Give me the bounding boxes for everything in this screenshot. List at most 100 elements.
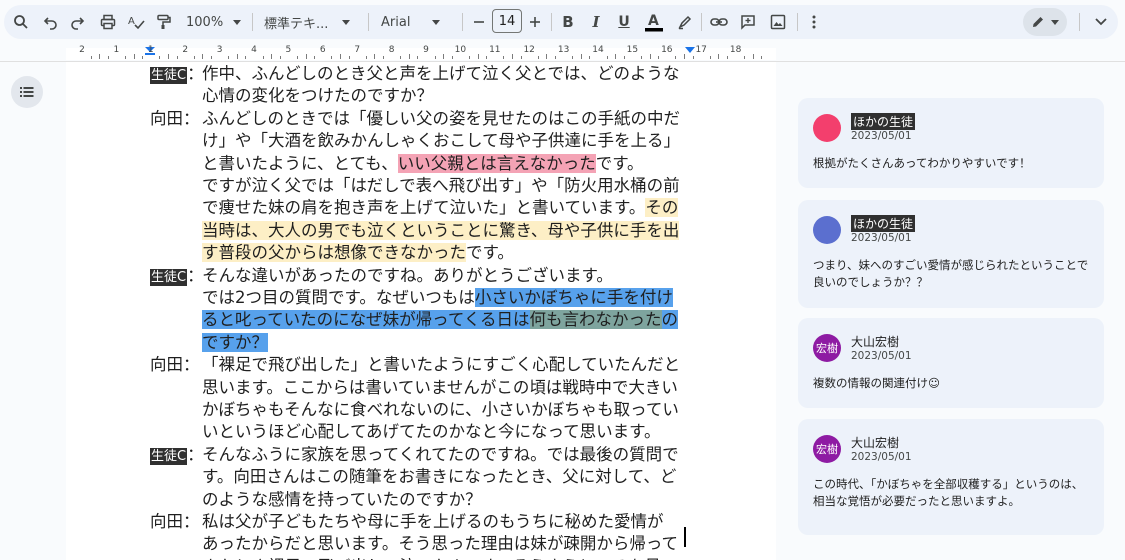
italic-button[interactable]: I bbox=[586, 5, 606, 39]
document-line[interactable]: きたとき裸足で飛び出して泣いたんです。そうゆうところを見て bbox=[202, 556, 678, 560]
toolbar-divider bbox=[701, 13, 702, 31]
ruler-tick bbox=[512, 54, 513, 59]
ruler-tick bbox=[417, 56, 419, 59]
highlighted-text: 小さいかぼちゃに手を付け bbox=[474, 288, 673, 307]
ruler-label: 7 bbox=[354, 45, 361, 55]
ruler-tick bbox=[107, 56, 109, 59]
chevron-down-icon bbox=[342, 19, 351, 25]
toolbar-divider bbox=[1079, 13, 1080, 31]
text-run: です。 bbox=[466, 243, 514, 263]
comment-card[interactable]: ほかの生徒 2023/05/01 根拠がたくさんあってわかりやすいです！ bbox=[798, 98, 1104, 188]
document-outline-button[interactable] bbox=[11, 76, 43, 108]
document-line[interactable]: 当時は、大人の男でも泣くということに驚き、母や子供に手を出 bbox=[202, 220, 680, 242]
paint-format-icon[interactable] bbox=[153, 5, 175, 39]
print-icon[interactable] bbox=[97, 5, 119, 39]
redo-icon[interactable] bbox=[66, 5, 88, 39]
zoom-select[interactable]: 100% bbox=[186, 5, 242, 39]
ruler-tick bbox=[761, 56, 763, 59]
comment-card[interactable]: 宏樹 大山宏樹 2023/05/01 この時代、「かぼちゃを全部収穫する」というのは、… bbox=[798, 419, 1104, 535]
text-run: す。向田さんはこの随筆をお書きになったとき、父に対して、ど bbox=[202, 467, 677, 487]
document-line[interactable]: かぼちゃもそんなに食べれないのに、小さいかぼちゃも取ってい bbox=[202, 399, 679, 421]
search-menus-icon[interactable] bbox=[10, 5, 32, 39]
chevron-down-icon bbox=[233, 19, 242, 25]
ruler-tick bbox=[408, 54, 410, 59]
svg-text:A: A bbox=[128, 16, 135, 27]
speaker-label: 向田： bbox=[150, 108, 200, 128]
comment-text: 複数の情報の関連付け☺ bbox=[813, 376, 940, 390]
comment-card[interactable]: ほかの生徒 2023/05/01 つまり、妹へのすごい愛情が感じられたということで良… bbox=[798, 200, 1104, 308]
ruler-tick bbox=[348, 56, 350, 59]
undo-icon[interactable] bbox=[40, 5, 62, 39]
ruler-tick bbox=[365, 56, 367, 59]
insert-link-icon[interactable] bbox=[708, 5, 730, 39]
document-line[interactable]: 私は父が子どもたちや母に手を上げるのもうちに秘めた愛情が bbox=[202, 511, 664, 533]
document-line[interactable]: と書いたように、とても、いい父親とは言えなかったです。 bbox=[202, 153, 644, 175]
increase-font-size-button[interactable] bbox=[527, 5, 543, 39]
editing-mode-button[interactable] bbox=[1023, 8, 1067, 36]
more-options-icon[interactable] bbox=[804, 5, 824, 39]
text-color-button[interactable]: A bbox=[643, 5, 665, 39]
document-line[interactable]: 「裸足で飛び出した」と書いたようにすごく心配していたんだと bbox=[202, 354, 680, 376]
document-page[interactable]: 生徒C： 作中、ふんどしのとき父と声を上げて泣く父とでは、どのような 心情の変化をつ… bbox=[66, 62, 776, 560]
document-line[interactable]: あったからだと思います。そう思った理由は妹が疎開から帰って bbox=[202, 533, 678, 555]
document-line[interactable]: 作中、ふんどしのとき父と声を上げて泣く父とでは、どのような bbox=[202, 63, 680, 85]
font-size-input[interactable]: 14 bbox=[492, 9, 522, 33]
decrease-font-size-button[interactable] bbox=[471, 5, 487, 39]
left-panel bbox=[0, 62, 66, 560]
document-line[interactable]: ですか？ bbox=[202, 332, 268, 354]
document-line[interactable]: ふんどしのときでは「優しい父の姿を見せたのはこの手紙の中だ bbox=[202, 108, 680, 130]
ruler[interactable]: 2 1 1 2 3 4 5 6 7 8 9 10 11 12 13 14 15 16 17 18 bbox=[0, 44, 1125, 62]
document-line[interactable]: す普段の父からは想像できなかったです。 bbox=[202, 242, 514, 264]
text-run: あったからだと思います。そう思った理由は妹が疎開から帰って bbox=[202, 534, 679, 554]
ruler-tick bbox=[744, 56, 746, 59]
highlight-color-icon[interactable] bbox=[674, 5, 696, 39]
collapse-menus-icon[interactable] bbox=[1090, 5, 1112, 39]
ruler-tick bbox=[709, 56, 711, 59]
ruler-tick bbox=[649, 54, 651, 59]
text-run: です。 bbox=[595, 153, 644, 173]
paragraph-style-select[interactable]: 標準テキ... bbox=[264, 5, 356, 39]
text-run: 私は父が子どもたちや母に手を上げるのもうちに秘めた愛情が bbox=[202, 512, 664, 531]
document-line[interactable]: 思います。ここからは書いていませんがこの頃は戦時中で大きい bbox=[202, 377, 678, 399]
text-run: 心情の変化をつけたのですか？ bbox=[202, 86, 433, 106]
document-line[interactable]: いというほど心配してあげてたのかなと今になって思います。 bbox=[202, 421, 661, 443]
add-comment-icon[interactable] bbox=[737, 5, 759, 39]
document-line[interactable]: のような感情を持っていたのですか？ bbox=[202, 489, 482, 511]
document-line[interactable]: そんなふうに家族を思ってくれてたのですね。では最後の質問で bbox=[202, 444, 679, 466]
ruler-tick bbox=[537, 56, 539, 59]
spellcheck-icon[interactable]: A bbox=[125, 5, 147, 39]
avatar bbox=[813, 216, 841, 244]
ruler-tick bbox=[305, 54, 307, 59]
comment-card[interactable]: 宏樹 大山宏樹 2023/05/01 複数の情報の関連付け☺ bbox=[798, 318, 1104, 408]
ruler-label: 16 bbox=[661, 45, 673, 55]
document-line[interactable]: で痩せた妹の肩を抱き声を上げて泣いた」と書いています。その bbox=[202, 197, 679, 219]
comment-text: つまり、妹へのすごい愛情が感じられたということで良いのでしょうか？？ bbox=[813, 258, 1089, 289]
ruler-tick bbox=[168, 54, 169, 59]
document-line[interactable]: ですが泣く父では「はだしで表へ飛び出す」や「防火用水桶の前 bbox=[202, 175, 680, 197]
document-line[interactable]: では2つ目の質問です。なぜいつもは小さいかぼちゃに手を付け bbox=[202, 287, 673, 309]
ruler-tick bbox=[271, 54, 273, 59]
ruler-tick bbox=[486, 56, 488, 59]
font-family-select[interactable]: Arial bbox=[381, 5, 453, 39]
document-line[interactable]: 心情の変化をつけたのですか？ bbox=[202, 85, 433, 107]
document-line[interactable]: す。向田さんはこの随筆をお書きになったとき、父に対して、ど bbox=[202, 466, 676, 488]
ruler-tick bbox=[503, 56, 505, 59]
right-indent-marker[interactable] bbox=[684, 46, 696, 54]
document-line[interactable]: そんな違いがあったのですね。ありがとうございます。 bbox=[202, 265, 613, 287]
ruler-tick bbox=[262, 56, 264, 59]
text-run: で痩せた妹の肩を抱き声を上げて泣いた」と書いています。 bbox=[202, 198, 646, 218]
ruler-tick bbox=[297, 56, 298, 59]
comment-date: 2023/05/01 bbox=[851, 350, 912, 362]
text-run: と書いたように、とても、 bbox=[202, 153, 398, 173]
bold-button[interactable]: B bbox=[558, 5, 578, 39]
document-line[interactable]: け」や「大酒を飲みかんしゃくおこして母や子供達に手を上る」 bbox=[202, 130, 680, 152]
ruler-label: 8 bbox=[388, 45, 395, 55]
document-line[interactable]: ると叱っていたのになぜ妹が帰ってくる日は何も言わなかったの bbox=[202, 309, 679, 331]
ruler-label: 17 bbox=[695, 45, 707, 55]
text-cursor bbox=[684, 527, 686, 547]
insert-image-icon[interactable] bbox=[767, 5, 789, 39]
underline-button[interactable]: U bbox=[614, 5, 634, 39]
underline-icon: U bbox=[618, 14, 630, 30]
ruler-label: 13 bbox=[557, 45, 570, 55]
ruler-tick bbox=[641, 56, 642, 59]
